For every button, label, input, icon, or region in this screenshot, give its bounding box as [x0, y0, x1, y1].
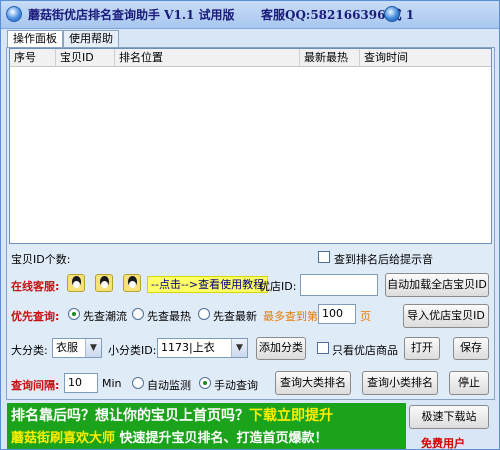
column-header-rank-position[interactable]: 排名位置 — [115, 49, 300, 67]
notify-sound-label: 查到排名后给提示音 — [334, 253, 433, 266]
window-title: 蘑菇街优店排名查询助手 V1.1 试用版 — [28, 8, 235, 22]
tab-help[interactable]: 使用帮助 — [63, 30, 119, 47]
banner-line1-text: 排名靠后吗？想让你的宝贝上首页吗？ — [11, 408, 249, 424]
watermark-text: 极速下载站 — [421, 410, 477, 423]
banner-line2-text: 快速提升宝贝排名、打造首页爆款！ — [115, 431, 328, 446]
query-interval-input[interactable]: 10 — [64, 373, 98, 393]
priority-query-label: 优先查询: — [11, 310, 60, 323]
auto-load-items-button[interactable]: 自动加载全店宝贝ID — [385, 273, 489, 297]
banner-line-1: 排名靠后吗？想让你的宝贝上首页吗？下载立即提升 — [11, 405, 333, 425]
manual-query-radio[interactable] — [199, 377, 211, 389]
item-id-count-label: 宝贝ID个数: — [11, 253, 71, 266]
online-service-label: 在线客服: — [11, 280, 60, 293]
banner-line-2: 蘑菇街刷喜欢大师 快速提升宝贝排名、打造首页爆款！ — [11, 427, 328, 446]
manual-query-label: 手动查询 — [214, 379, 258, 392]
column-header-item-id[interactable]: 宝贝ID — [56, 49, 115, 67]
banner-product-name: 蘑菇街刷喜欢大师 — [11, 431, 116, 446]
category-value: 衣服 — [56, 341, 78, 354]
operation-panel: 序号 宝贝ID 排名位置 最新最热 查询时间 宝贝ID个数: 查到排名后给提示音… — [6, 47, 495, 400]
banner-download-text: 下载立即提升 — [249, 408, 333, 424]
max-query-label: 最多查到第 — [263, 310, 318, 323]
watermark-button[interactable]: 极速下载站 — [409, 405, 489, 429]
chevron-down-icon[interactable]: ▼ — [231, 339, 247, 357]
result-table[interactable]: 序号 宝贝ID 排名位置 最新最热 查询时间 — [9, 48, 492, 244]
app-icon — [6, 6, 22, 22]
column-header-query-time[interactable]: 查询时间 — [360, 49, 491, 67]
priority-hot-label: 先查最热 — [147, 310, 191, 323]
tutorial-link[interactable]: --点击-->查看使用教程 — [147, 276, 269, 293]
open-button[interactable]: 打开 — [404, 337, 440, 360]
shop-only-label: 只看优店商品 — [332, 344, 398, 357]
qq-icon[interactable] — [123, 274, 141, 292]
query-minor-category-button[interactable]: 查询小类排名 — [362, 371, 438, 395]
save-button[interactable]: 保存 — [453, 337, 489, 360]
priority-hot-radio[interactable] — [132, 308, 144, 320]
page-unit-label: 页 — [360, 310, 371, 323]
column-header-index[interactable]: 序号 — [10, 49, 56, 67]
column-header-latest-hottest[interactable]: 最新最热 — [300, 49, 360, 67]
query-interval-label: 查询间隔: — [11, 379, 60, 392]
priority-new-radio[interactable] — [198, 308, 210, 320]
max-query-input[interactable]: 100 — [318, 304, 356, 324]
stop-button[interactable]: 停止 — [449, 371, 489, 395]
subcategory-select[interactable]: 1173|上衣 ▼ — [157, 338, 248, 358]
auto-monitor-radio[interactable] — [132, 377, 144, 389]
chevron-down-icon[interactable]: ▼ — [85, 339, 101, 357]
qq-icon[interactable] — [67, 274, 85, 292]
globe-icon[interactable] — [384, 6, 400, 22]
table-header: 序号 宝贝ID 排名位置 最新最热 查询时间 — [10, 49, 491, 67]
title-bar[interactable]: 蘑菇街优店排名查询助手 V1.1 试用版 客服QQ:582166396 或 1 — [1, 1, 499, 29]
import-items-button[interactable]: 导入优店宝贝ID — [403, 304, 489, 328]
priority-trend-radio[interactable] — [68, 308, 80, 320]
category-label: 大分类: — [11, 344, 48, 357]
shop-only-checkbox[interactable] — [317, 342, 329, 354]
promo-banner[interactable]: 排名靠后吗？想让你的宝贝上首页吗？下载立即提升 蘑菇街刷喜欢大师 快速提升宝贝排… — [7, 403, 406, 449]
qq-icon[interactable] — [95, 274, 113, 292]
subcategory-value: 1173|上衣 — [161, 341, 215, 354]
notify-sound-checkbox[interactable] — [318, 251, 330, 263]
query-major-category-button[interactable]: 查询大类排名 — [275, 371, 351, 395]
auto-monitor-label: 自动监测 — [147, 379, 191, 392]
tab-operation-panel[interactable]: 操作面板 — [7, 30, 63, 48]
shop-id-label: 优店ID: — [259, 280, 297, 293]
category-select[interactable]: 衣服 ▼ — [52, 338, 102, 358]
priority-new-label: 先查最新 — [213, 310, 257, 323]
shop-id-input[interactable] — [300, 274, 378, 296]
add-category-button[interactable]: 添加分类 — [256, 337, 306, 360]
subcategory-label: 小分类ID: — [108, 344, 157, 357]
main-window: 蘑菇街优店排名查询助手 V1.1 试用版 客服QQ:582166396 或 1 … — [0, 0, 500, 450]
free-user-label: 免费用户 — [421, 437, 465, 450]
interval-unit-label: Min — [102, 377, 122, 390]
priority-trend-label: 先查潮流 — [83, 310, 127, 323]
